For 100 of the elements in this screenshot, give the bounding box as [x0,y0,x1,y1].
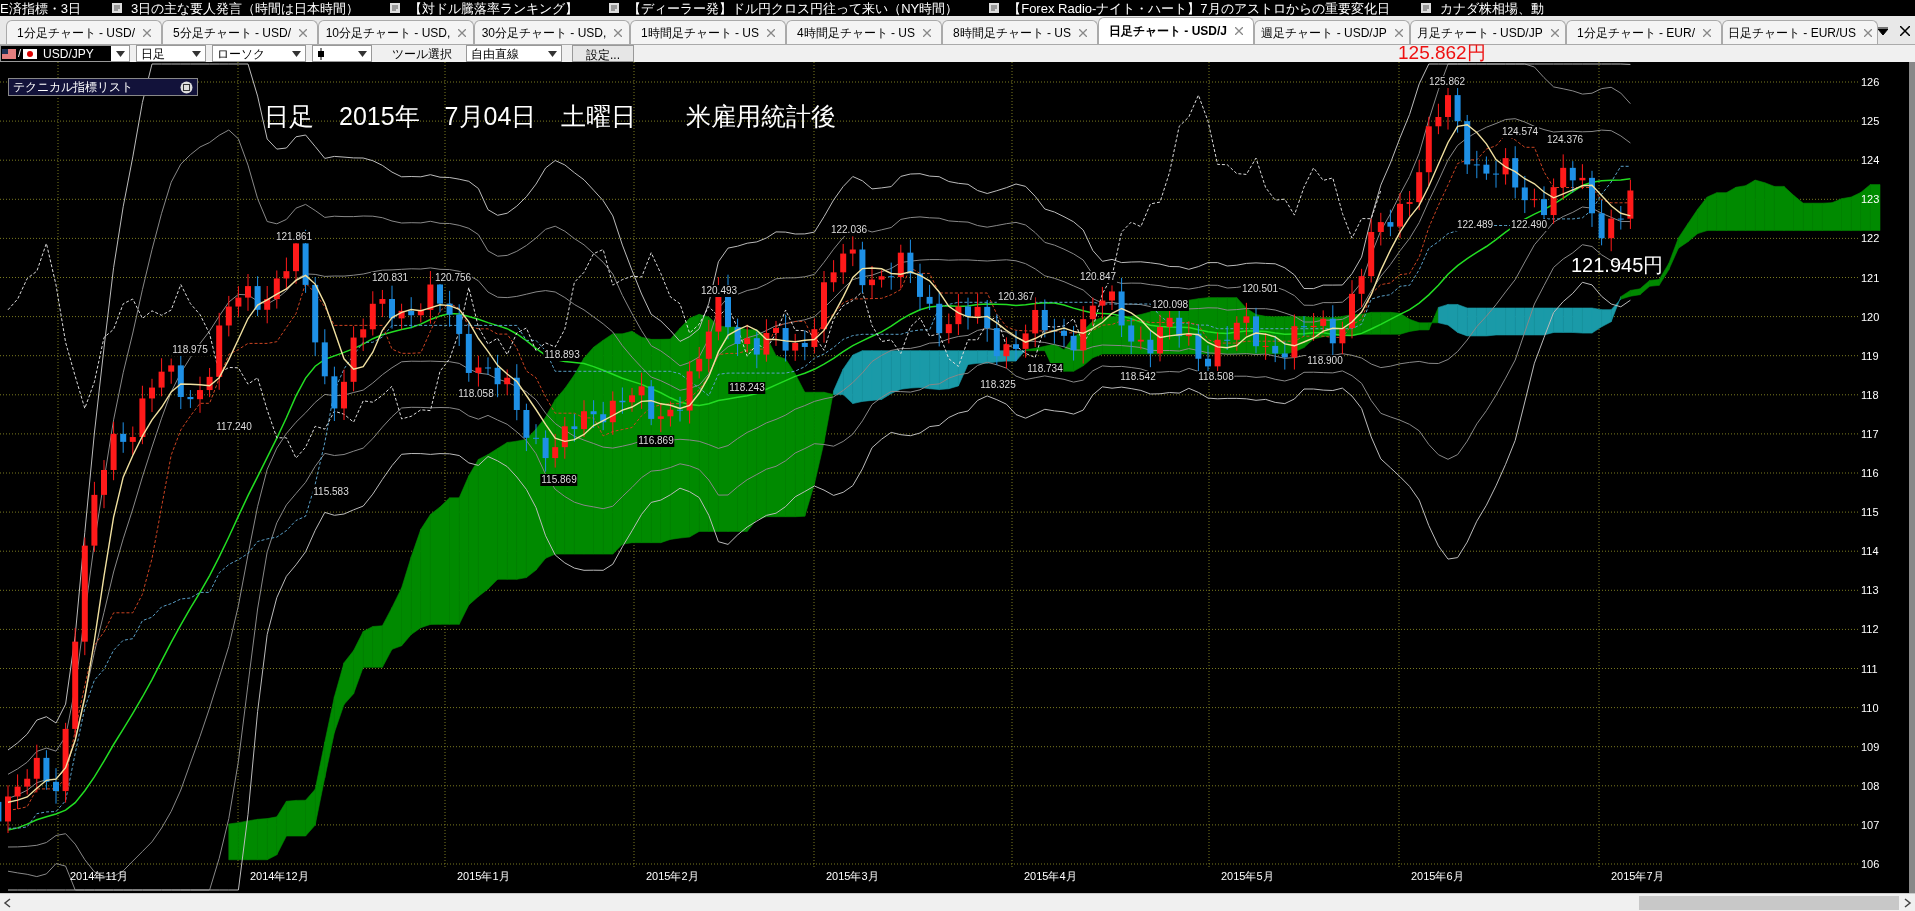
caret-icon [292,50,301,57]
caret-icon [548,50,557,57]
axis-date-label: 2015年6月 [1411,870,1464,882]
tool-select[interactable]: 自由直線 [466,45,562,62]
price-label: 118.893 [543,349,581,361]
axis-tick-label: 112 [1861,623,1879,636]
flag-icon [2,48,16,59]
chart-tab[interactable]: 8時間足チャート - US [942,20,1098,44]
chart-tab[interactable]: 10分足チャート - USD, [318,20,474,44]
memo-icon [110,2,123,14]
axis-tick-label: 119 [1861,349,1879,362]
price-label: 120.847 [1078,271,1118,283]
close-icon[interactable] [1900,26,1910,36]
axis-tick-label: 118 [1861,388,1879,401]
memo-icon [389,2,402,14]
axis-date-label: 2015年2月 [646,870,699,882]
price-label: 120.098 [1150,299,1190,311]
price-label: 118.734 [1026,363,1064,375]
chart-tab[interactable]: 30分足チャート - USD, [474,20,630,44]
axis-tick-label: 122 [1861,232,1880,245]
news-headline[interactable]: 【ディーラー発】ドル円クロス円往って来い（NY時間） [628,1,959,15]
candle-style-select[interactable] [312,45,372,62]
period-select[interactable]: 日足 [136,45,206,62]
price-label: 116.869 [637,435,675,447]
chart-tab[interactable]: 週足チャート - USD/JP [1254,20,1410,44]
news-headline[interactable]: 【対ドル騰落率ランキング】 [409,1,579,15]
axis-date-label: 2015年7月 [1611,870,1664,882]
news-headline[interactable]: カナダ株相場、動 [1439,1,1544,15]
current-price: 125.862円 [1398,42,1486,64]
price-label: 118.058 [457,388,495,400]
chart-type-select[interactable]: ローソク [212,45,306,62]
memo-icon [988,2,1001,14]
price-label: 122.490 [1509,219,1549,231]
candlestick-icon [317,47,325,60]
memo-icon [608,2,621,14]
axis-tick-label: 108 [1861,779,1880,792]
chart-tab[interactable]: 日足チャート - USD/J [1098,17,1254,44]
caret-icon [116,50,125,57]
price-label: 115.583 [312,486,350,498]
price-label: 124.376 [1545,134,1585,146]
axis-tick-label: 117 [1861,427,1879,440]
axis-date-label: 2015年4月 [1024,870,1077,882]
axis-date-label: 2014年12月 [250,870,309,882]
axis-tick-label: 110 [1861,701,1879,714]
price-label: 117.240 [215,421,253,433]
axis-tick-label: 126 [1861,76,1880,88]
axis-tick-label: 115 [1861,506,1879,519]
chart-tab[interactable]: 5分足チャート - USD/ [162,20,318,44]
price-label: 120.501 [1240,283,1280,295]
chart-tab[interactable]: 1分足チャート - EUR/ [1566,20,1722,44]
price-label: 118.325 [979,379,1017,391]
settings-button[interactable]: 設定... [572,45,634,62]
scrollbar-thumb[interactable] [1639,895,1899,910]
chart-tab[interactable]: 4時間足チャート - US [786,20,942,44]
axis-tick-label: 113 [1861,584,1879,597]
news-headline[interactable]: 【Forex Radio-ナイト・ハート】7月のアストロからの重要変化日 [1008,1,1390,15]
price-label: 122.489 [1455,219,1495,231]
tool-label: ツール選択 [392,45,452,63]
memo-icon [1419,2,1432,14]
axis-date-label: 2015年5月 [1221,870,1274,882]
price-label: 115.869 [540,474,578,486]
price-label: 118.542 [1119,371,1157,383]
window-toggle-icon[interactable] [180,80,193,94]
axis-tick-label: 116 [1861,467,1879,479]
price-label: 120.831 [370,272,410,284]
chart-tab[interactable]: 日足チャート - EUR/US [1722,20,1878,44]
axis-tick-label: 120 [1861,310,1880,323]
slash-separator: / [18,46,22,62]
price-label: 122.036 [829,224,869,236]
news-headline[interactable]: E済指標・3日 [0,1,81,15]
axis-tick-label: 121 [1861,271,1880,284]
caret-icon [358,50,367,57]
axis-date-label: 2015年1月 [457,870,510,882]
news-headline[interactable]: 3日の主な要人発言（時間は日本時間） [130,1,360,15]
axis-tick-label: 125 [1861,115,1880,128]
price-label: 124.574 [1500,126,1540,138]
axis-tick-label: 107 [1861,818,1880,831]
price-label: 118.900 [1306,355,1344,367]
flag-icon [23,48,38,59]
price-label: 125.862 [1427,76,1467,88]
price-label: 118.975 [171,344,209,356]
price-label: 121.861 [274,231,314,243]
axis-date-label: 2015年3月 [826,870,879,882]
price-label: 120.756 [433,272,473,284]
dropdown-arrow-icon[interactable] [1878,27,1888,35]
chart-tab[interactable]: 1分足チャート - USD/ [6,20,162,44]
caret-icon [192,50,201,57]
chart-tab[interactable]: 月足チャート - USD/JP [1410,20,1566,44]
chart-tab[interactable]: 1時間足チャート - US [630,20,786,44]
axis-tick-label: 123 [1861,193,1880,206]
price-label: 120.493 [699,285,739,297]
price-label: 118.508 [1197,371,1235,383]
axis-tick-label: 124 [1861,154,1880,167]
axis-tick-label: 109 [1861,740,1880,753]
axis-tick-label: 114 [1861,545,1879,558]
indicator-list-panel[interactable]: テクニカル指標リスト [8,78,198,96]
axis-tick-label: 111 [1861,662,1878,675]
symbol-selector[interactable]: / USD/JPY [0,45,130,62]
axis-date-label: 2014年11月 [70,870,128,882]
chart-title: 日足 2015年 7月04日 土曜日 米雇用統計後 [264,101,837,132]
